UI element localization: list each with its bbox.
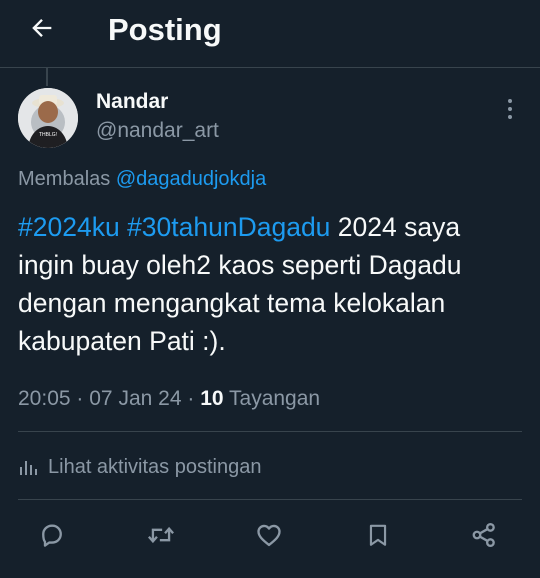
meta-separator: · — [76, 387, 84, 410]
like-button[interactable] — [253, 521, 285, 553]
hashtag-link[interactable]: #2024ku — [18, 212, 120, 242]
views-count: 10 — [200, 387, 224, 410]
activity-label: Lihat aktivitas postingan — [48, 455, 262, 478]
replying-to-prefix: Membalas — [18, 168, 111, 190]
hashtag-link[interactable]: #30tahunDagadu — [127, 212, 330, 242]
bookmark-button[interactable] — [362, 521, 394, 553]
thread-connector-line — [46, 68, 48, 86]
reply-icon — [38, 521, 66, 554]
divider — [18, 431, 522, 432]
author-handle[interactable]: @nandar_art — [96, 118, 219, 144]
avatar-shirt-text: THBLG! — [39, 132, 57, 138]
post-time[interactable]: 20:05 — [18, 387, 71, 410]
bar-chart-icon — [18, 457, 38, 477]
reply-button[interactable] — [36, 521, 68, 553]
back-button[interactable] — [22, 10, 62, 50]
view-post-activity-link[interactable]: Lihat aktivitas postingan — [18, 453, 261, 481]
replying-to: Membalas @dagadudjokdja — [18, 166, 266, 192]
post-date[interactable]: 07 Jan 24 — [89, 387, 181, 410]
post-meta: 20:05 · 07 Jan 24 · 10 Tayangan — [18, 385, 320, 413]
repost-button[interactable] — [145, 521, 177, 553]
more-vertical-icon — [506, 98, 514, 125]
repost-icon — [146, 521, 176, 554]
share-button[interactable] — [468, 521, 500, 553]
post-page: Posting THBLG! Nandar @nandar_art Membal… — [0, 0, 540, 578]
arrow-left-icon — [28, 14, 56, 47]
meta-separator: · — [187, 387, 195, 410]
action-bar — [0, 515, 540, 559]
post-text: #2024ku #30tahunDagadu 2024 saya ingin b… — [18, 208, 518, 360]
divider — [18, 499, 522, 500]
avatar[interactable]: THBLG! — [18, 88, 78, 148]
heart-icon — [255, 521, 283, 554]
more-options-button[interactable] — [496, 97, 524, 125]
views-label: Tayangan — [229, 387, 321, 410]
replying-to-handle[interactable]: @dagadudjokdja — [116, 168, 266, 190]
page-title: Posting — [108, 12, 222, 47]
bookmark-icon — [365, 521, 391, 554]
top-bar: Posting — [0, 0, 540, 68]
share-icon — [470, 521, 498, 554]
author-name[interactable]: Nandar — [96, 89, 168, 115]
